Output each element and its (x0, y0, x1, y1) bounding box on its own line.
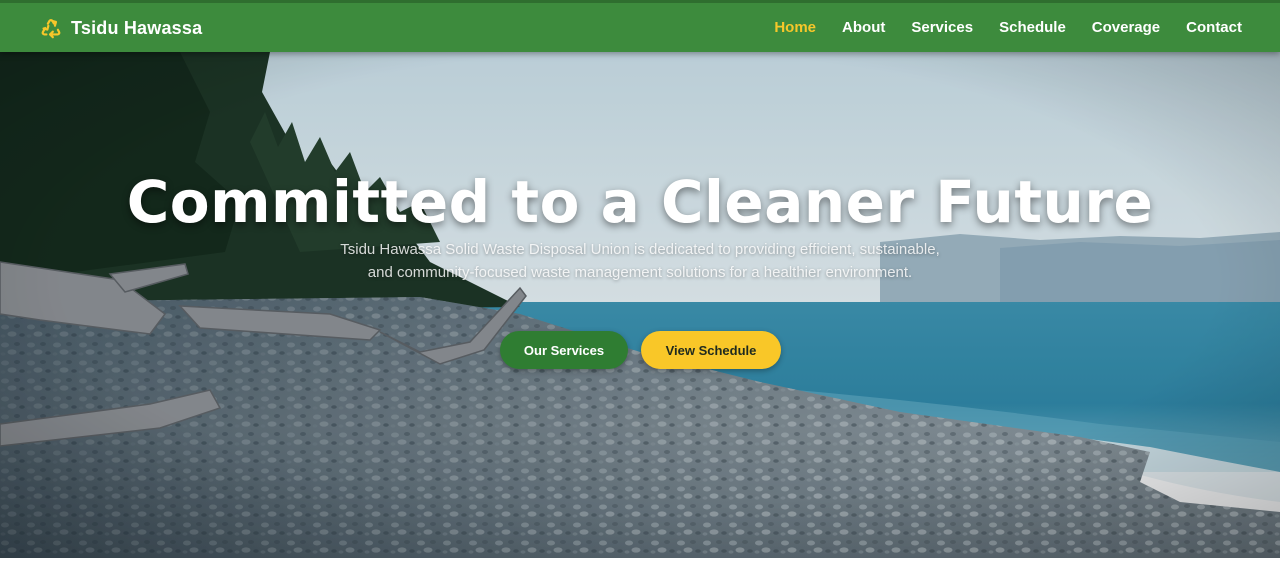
view-schedule-button[interactable]: View Schedule (641, 331, 781, 369)
navbar: Tsidu Hawassa Home About Services Schedu… (0, 0, 1280, 52)
main-nav: Home About Services Schedule Coverage Co… (774, 3, 1242, 52)
brand-link[interactable]: Tsidu Hawassa (40, 15, 202, 41)
page: Tsidu Hawassa Home About Services Schedu… (0, 0, 1280, 575)
nav-link-home[interactable]: Home (774, 19, 816, 36)
nav-link-about[interactable]: About (842, 19, 885, 36)
hero-section: Committed to a Cleaner Future Tsidu Hawa… (0, 52, 1280, 558)
our-services-button[interactable]: Our Services (500, 331, 628, 369)
brand-name: Tsidu Hawassa (71, 17, 203, 38)
nav-link-contact[interactable]: Contact (1186, 19, 1242, 36)
hero-background-image (0, 52, 1280, 558)
nav-link-schedule[interactable]: Schedule (999, 19, 1066, 36)
nav-link-services[interactable]: Services (911, 19, 973, 36)
page-bottom-strip (0, 558, 1280, 575)
hero-subtitle: Tsidu Hawassa Solid Waste Disposal Union… (340, 241, 940, 281)
hero-title: Committed to a Cleaner Future (126, 168, 1154, 236)
nav-link-coverage[interactable]: Coverage (1092, 19, 1160, 36)
recycle-icon (41, 18, 61, 39)
